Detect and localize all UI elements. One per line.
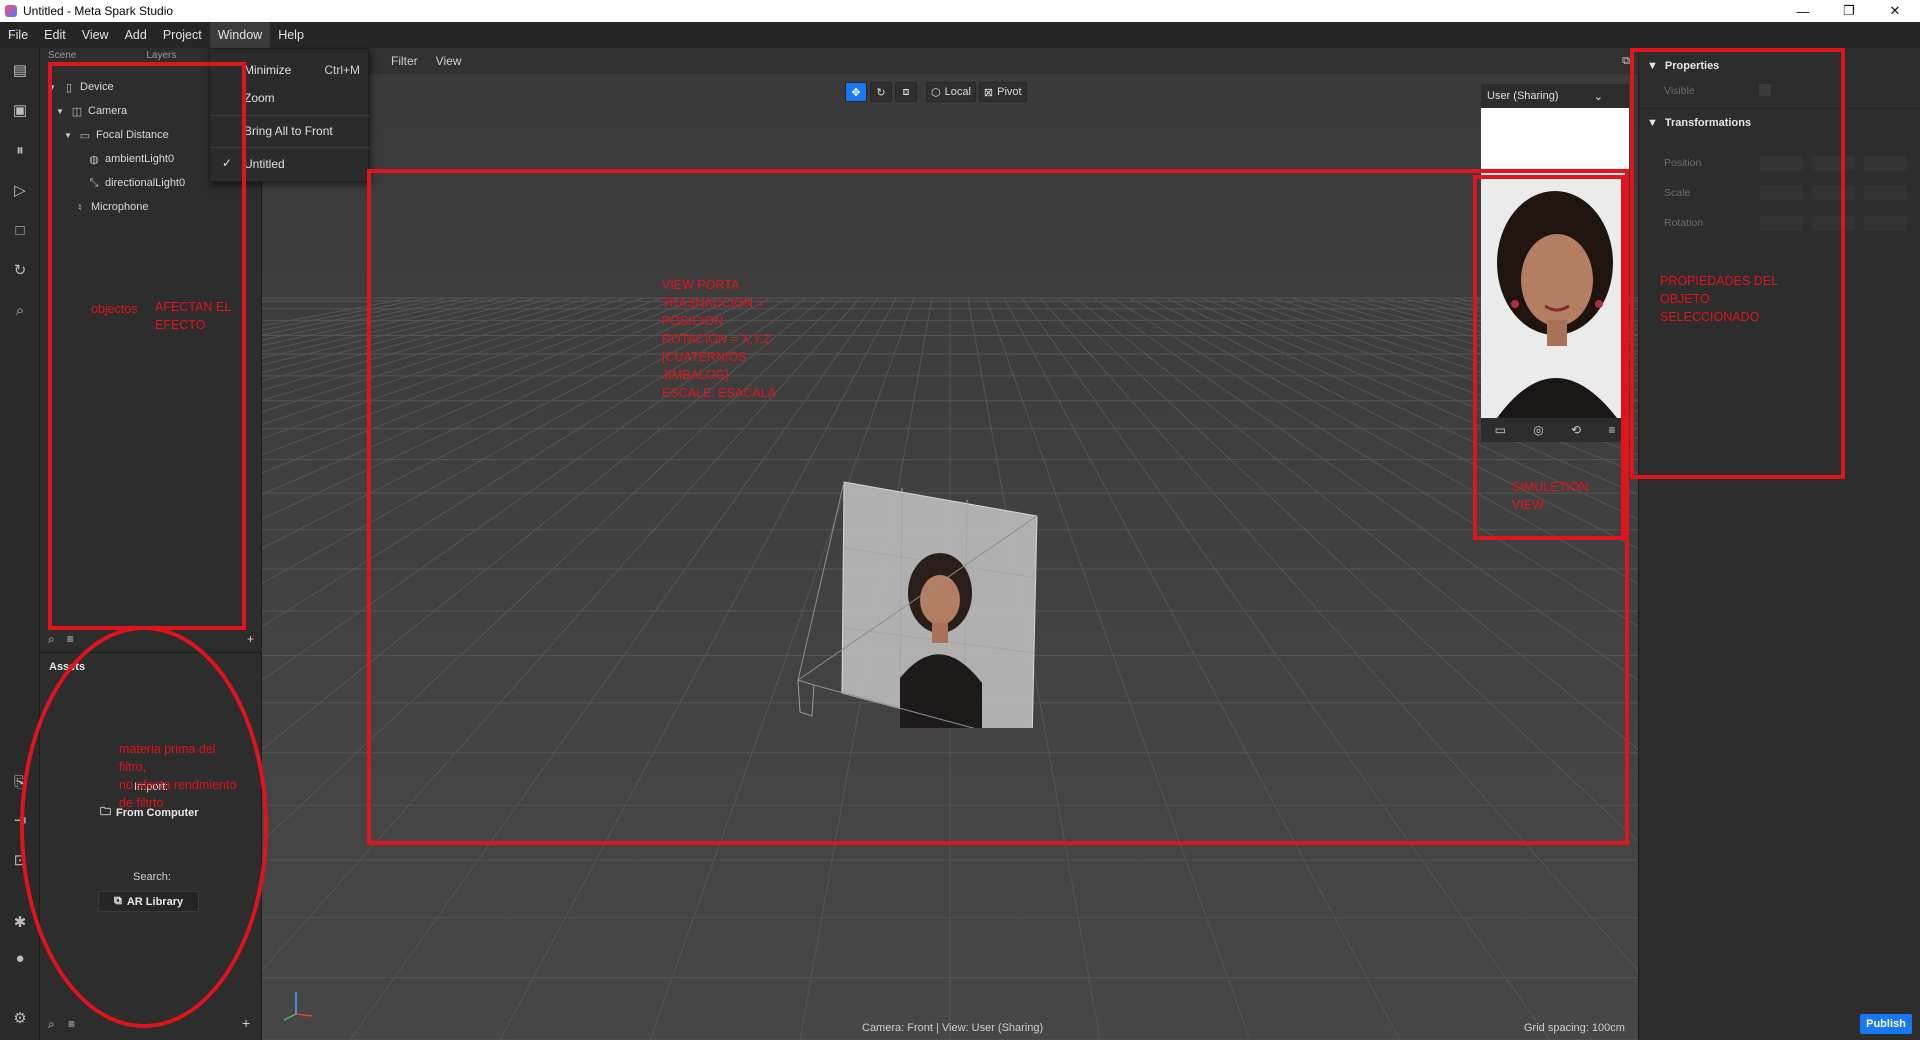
pivot-icon: ⊠	[983, 86, 994, 99]
scale-z-field[interactable]	[1863, 185, 1907, 201]
simulator-device-label: User (Sharing)	[1487, 90, 1559, 102]
maximize-window-button[interactable]: ❐	[1826, 0, 1872, 22]
local-label: Local	[944, 86, 971, 98]
annotation-simulation: SIMULETION VIEW	[1512, 480, 1589, 512]
simulator-top-area	[1481, 108, 1629, 168]
popout-icon[interactable]: ⧉	[1622, 55, 1630, 68]
camera-view-status: Camera: Front | View: User (Sharing)	[862, 1022, 1044, 1034]
rotation-z-field[interactable]	[1863, 215, 1907, 231]
menu-file[interactable]: File	[0, 22, 36, 48]
annotation-box-properties	[1630, 48, 1845, 479]
annotation-view-porta: VIEW PORTA TRASNACCION = POSICION ROTACI…	[662, 278, 776, 400]
menu-add[interactable]: Add	[117, 22, 155, 48]
simulator-icon[interactable]: ▣	[8, 98, 32, 122]
menu-window[interactable]: Window	[209, 22, 271, 48]
settings-icon[interactable]: ⚙	[8, 1006, 32, 1030]
bug-icon[interactable]: ✱	[8, 910, 32, 934]
add-asset-icon[interactable]: +	[242, 1015, 250, 1031]
bring-all-to-front-menu-item[interactable]: Bring All to Front	[244, 124, 333, 138]
title-bar: Untitled - Meta Spark Studio — ❐ ✕	[0, 0, 1920, 22]
layout-icon[interactable]: ▤	[8, 58, 32, 82]
notifications-icon[interactable]: ●	[8, 946, 32, 970]
menu-bar: File Edit View Add Project Window Help	[0, 22, 1920, 48]
annotation-ellipse-assets	[20, 626, 268, 1028]
pivot-label: Pivot	[997, 86, 1022, 98]
filter-icon[interactable]: ≡	[67, 632, 74, 646]
annotation-box-scene	[48, 62, 246, 630]
menu-edit[interactable]: Edit	[36, 22, 74, 48]
rotate-tool-icon[interactable]: ↻	[870, 82, 892, 102]
local-space-button[interactable]: ⬡ Local	[926, 82, 976, 102]
close-window-button[interactable]: ✕	[1872, 0, 1918, 22]
minimize-shortcut: Ctrl+M	[324, 63, 360, 77]
filter-icon[interactable]: ≡	[68, 1017, 75, 1031]
restart-icon[interactable]: ↻	[8, 258, 32, 282]
annotation-objects: objectos	[91, 302, 138, 316]
app-logo-icon	[5, 5, 17, 17]
viewport-view-menu[interactable]: View	[427, 54, 471, 68]
untitled-window-menu-item[interactable]: Untitled	[244, 157, 285, 171]
stop-icon[interactable]: □	[8, 218, 32, 242]
annotation-affect: AFECTAN EL EFECTO	[155, 300, 232, 332]
transform-toolbar: ✥ ↻ ⧈ ⬡ Local ⊠ Pivot	[845, 82, 1027, 102]
menu-help[interactable]: Help	[270, 22, 312, 48]
simulator-device-select[interactable]: User (Sharing) ⌄	[1481, 84, 1629, 108]
move-tool-icon[interactable]: ✥	[845, 82, 867, 102]
search-icon[interactable]: ⌕	[48, 1017, 55, 1032]
viewport-filter-menu[interactable]: Filter	[382, 54, 427, 68]
annotation-materia: materia prima del filtro, no afecta rend…	[119, 742, 237, 810]
viewport-menu: Filter View ⧉	[262, 48, 1638, 74]
chevron-down-icon: ⌄	[1593, 90, 1603, 103]
search-icon[interactable]: ⌕	[48, 632, 55, 647]
cube-icon: ⬡	[931, 86, 941, 99]
annotation-propiedades: PROPIEDADES DEL OBJETO SELECCIONADO	[1660, 274, 1779, 324]
window-title: Untitled - Meta Spark Studio	[23, 4, 174, 18]
pivot-button[interactable]: ⊠ Pivot	[978, 82, 1027, 102]
grid-spacing-status: Grid spacing: 100cm	[1524, 1022, 1625, 1034]
annotation-box-viewport	[367, 169, 1629, 845]
publish-button[interactable]: Publish	[1860, 1014, 1912, 1034]
search-icon[interactable]: ⌕	[8, 298, 32, 322]
menu-view[interactable]: View	[74, 22, 117, 48]
position-z-field[interactable]	[1863, 155, 1907, 171]
patch-editor-icon[interactable]: ⏸	[8, 138, 32, 162]
minimize-menu-item[interactable]: Minimize	[244, 63, 291, 77]
zoom-menu-item[interactable]: Zoom	[244, 91, 275, 105]
minimize-window-button[interactable]: —	[1780, 0, 1826, 22]
axis-gizmo-icon	[283, 992, 313, 1021]
menu-project[interactable]: Project	[155, 22, 210, 48]
play-icon[interactable]: ▷	[8, 178, 32, 202]
add-object-icon[interactable]: +	[247, 632, 254, 646]
scale-tool-icon[interactable]: ⧈	[895, 82, 917, 102]
